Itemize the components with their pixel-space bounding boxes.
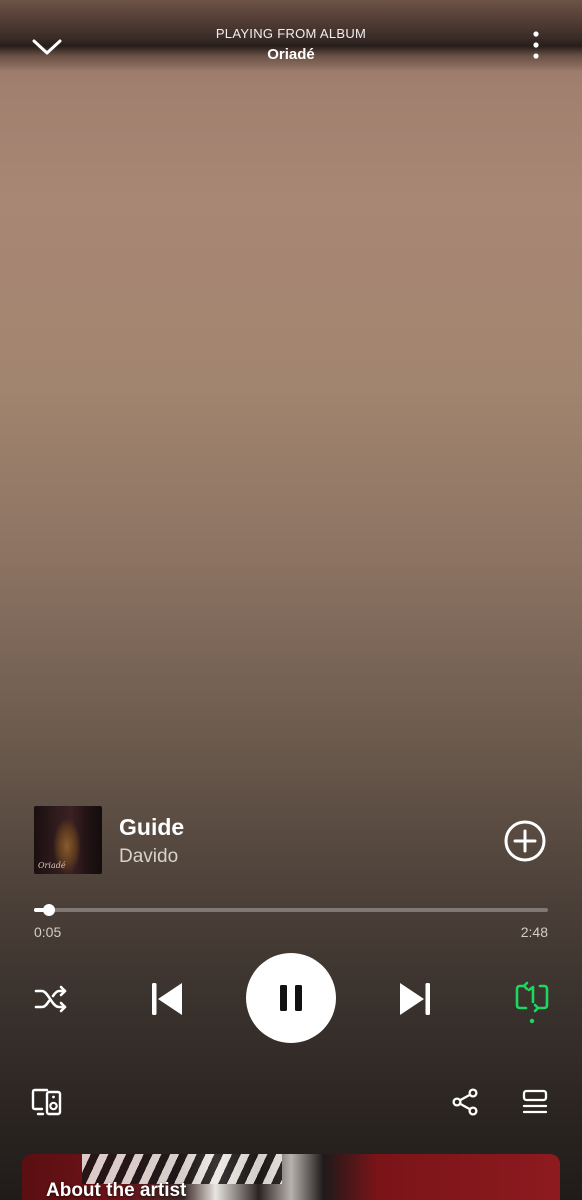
total-duration: 2:48 bbox=[520, 924, 548, 940]
connect-devices-icon[interactable] bbox=[30, 1087, 64, 1117]
elapsed-time: 0:05 bbox=[34, 924, 62, 940]
about-the-artist-card[interactable]: About the artist bbox=[22, 1154, 560, 1200]
track-title[interactable]: Guide bbox=[119, 814, 184, 841]
track-artist[interactable]: Davido bbox=[119, 846, 178, 868]
share-icon[interactable] bbox=[450, 1087, 480, 1117]
progress-bar[interactable] bbox=[34, 904, 548, 916]
now-playing-track: Oriadé Guide Davido bbox=[34, 806, 554, 874]
progress-handle[interactable] bbox=[43, 904, 56, 916]
pause-icon bbox=[280, 985, 302, 1011]
album-cover-thumbnail[interactable]: Oriadé bbox=[34, 806, 102, 874]
context-label: PLAYING FROM ALBUM bbox=[215, 26, 367, 41]
about-the-artist-label: About the artist bbox=[46, 1180, 187, 1200]
chevron-down-icon[interactable] bbox=[30, 36, 64, 58]
player-header: PLAYING FROM ALBUM Oriadé bbox=[0, 18, 582, 68]
skip-next-icon[interactable] bbox=[396, 980, 434, 1018]
repeat-one-icon[interactable] bbox=[512, 980, 552, 1026]
context-name: Oriadé bbox=[267, 46, 315, 63]
queue-icon[interactable] bbox=[520, 1087, 550, 1117]
playing-context[interactable]: PLAYING FROM ALBUM Oriadé bbox=[120, 26, 462, 63]
cover-signature: Oriadé bbox=[38, 861, 66, 870]
skip-previous-icon[interactable] bbox=[148, 980, 186, 1018]
more-vertical-icon[interactable] bbox=[522, 30, 550, 60]
pause-button[interactable] bbox=[246, 953, 336, 1043]
shuffle-icon[interactable] bbox=[32, 980, 70, 1018]
plus-circle-icon[interactable] bbox=[504, 820, 546, 862]
